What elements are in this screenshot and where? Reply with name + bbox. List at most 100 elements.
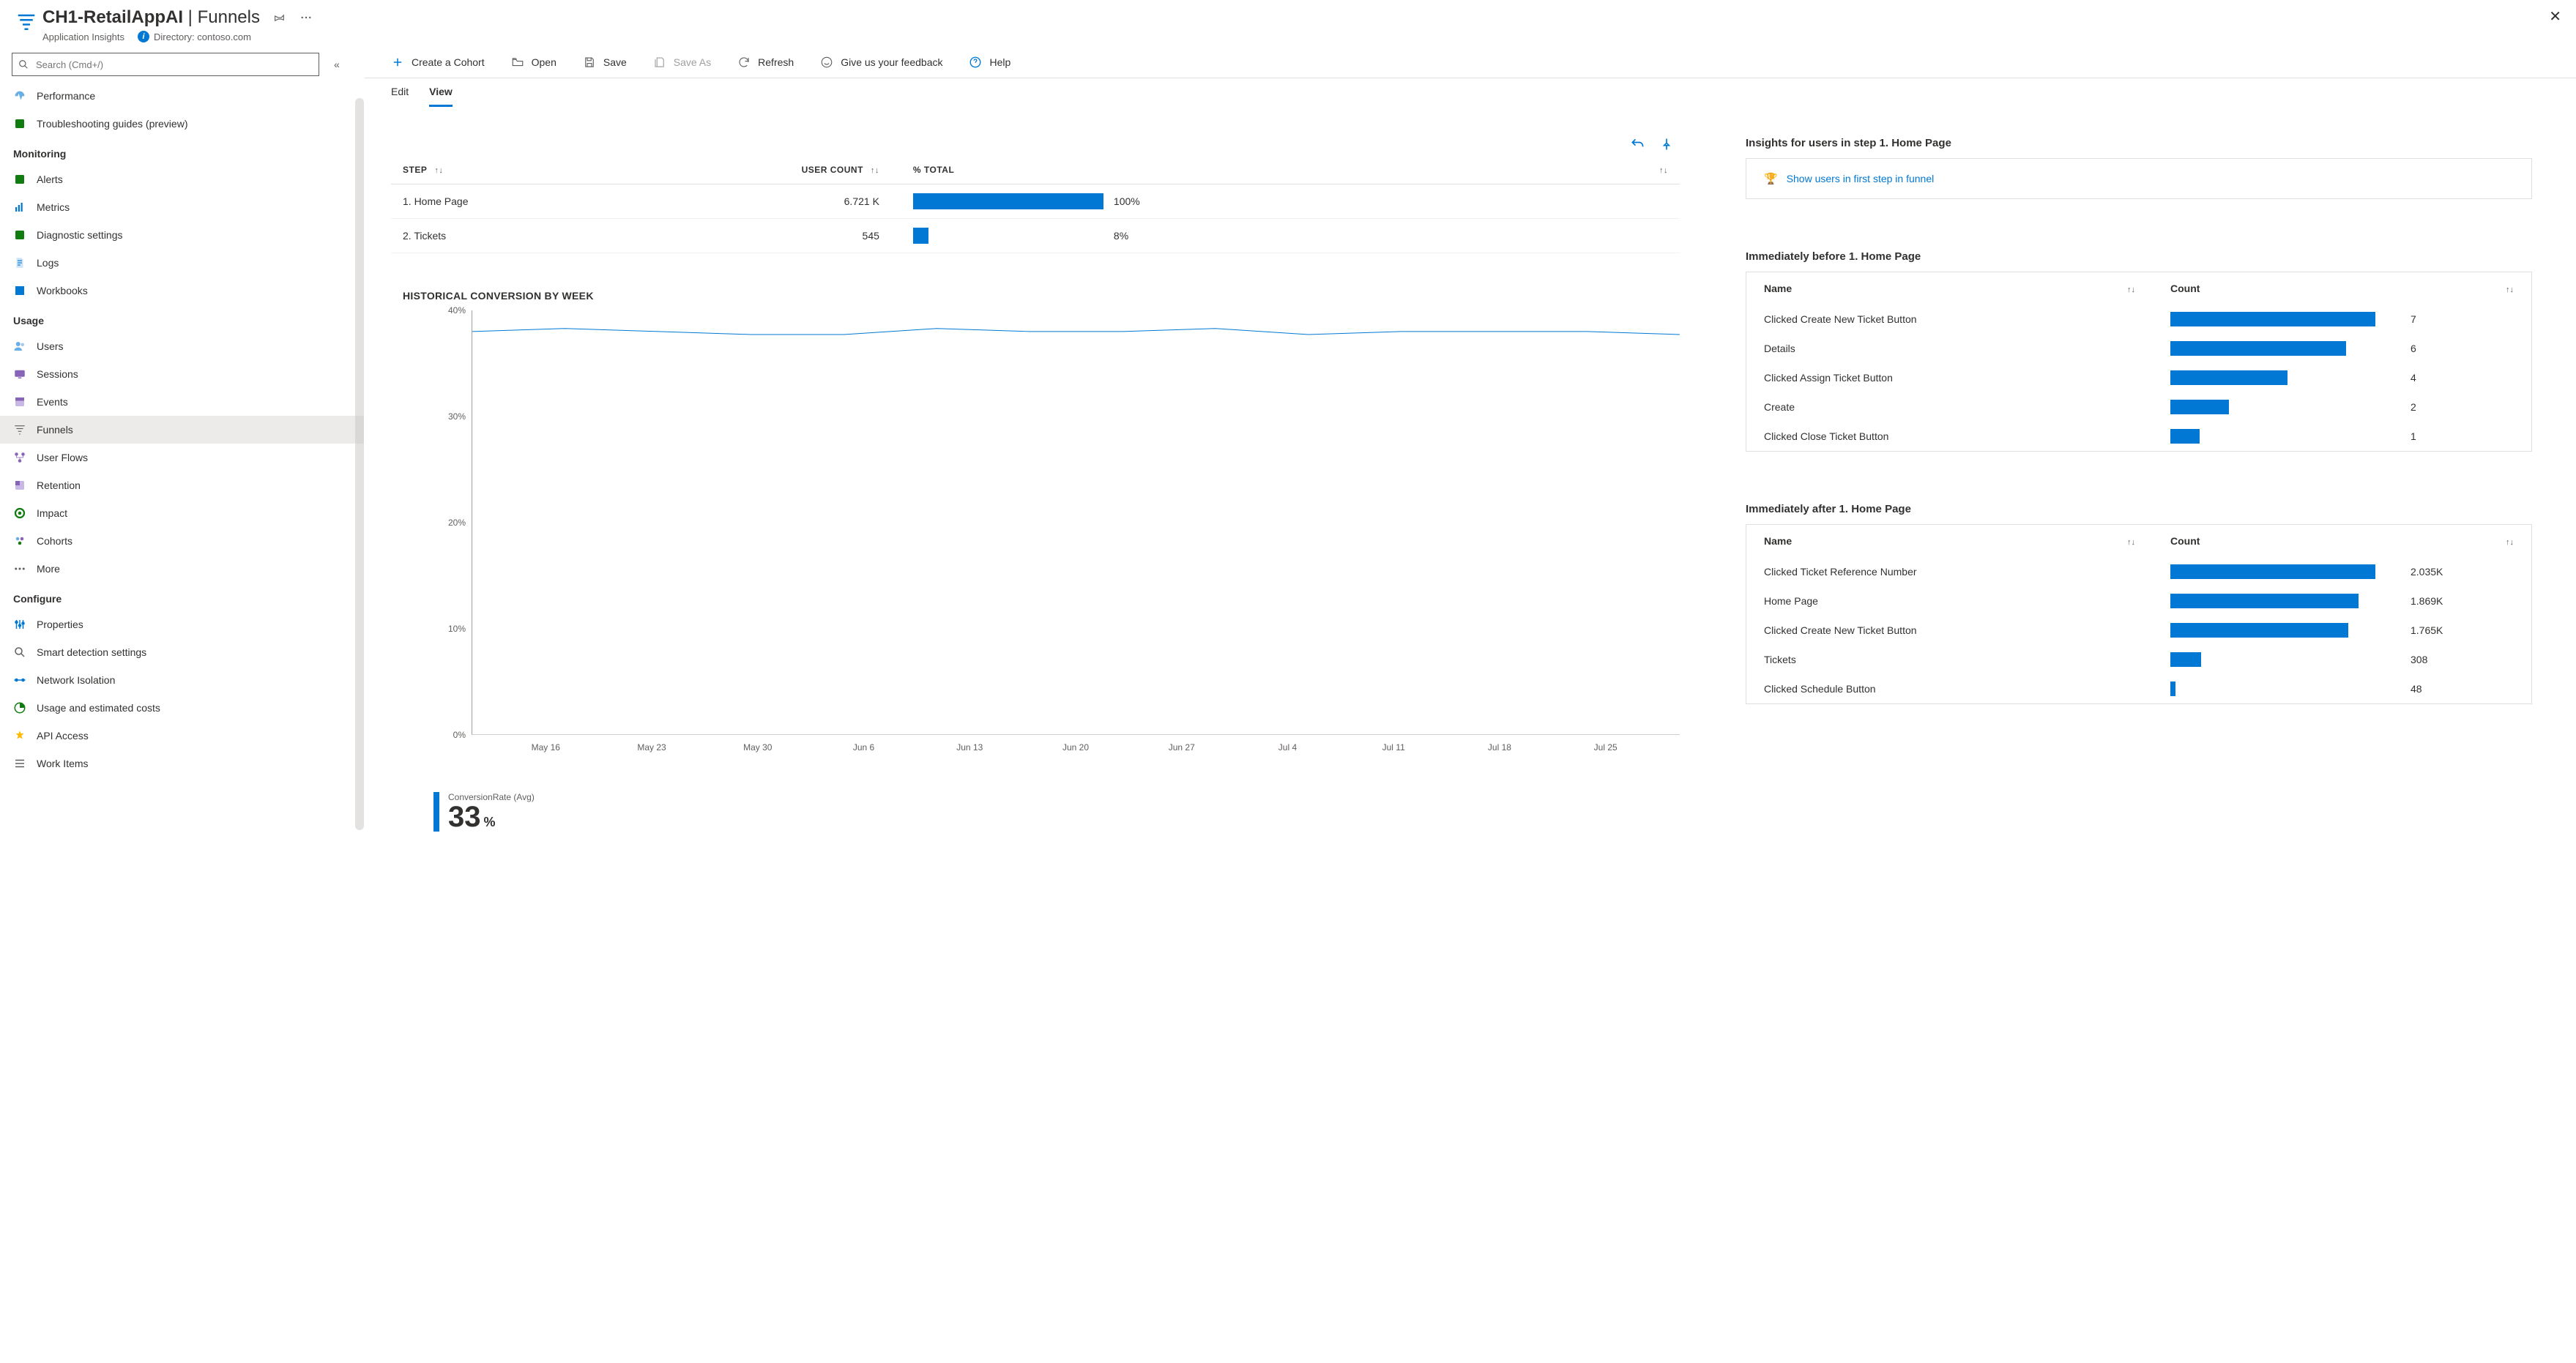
nav-label: Metrics <box>37 201 70 213</box>
sidebar-item-retention[interactable]: Retention <box>0 471 364 499</box>
pin-icon[interactable] <box>273 11 286 24</box>
sidebar-item-work-items[interactable]: Work Items <box>0 750 364 777</box>
sidebar-item-performance[interactable]: Performance <box>0 82 364 110</box>
refresh-button[interactable]: Refresh <box>737 56 794 69</box>
pin-chart-icon[interactable] <box>1659 137 1674 152</box>
save-button[interactable]: Save <box>583 56 627 69</box>
table-row[interactable]: Clicked Assign Ticket Button4 <box>1746 363 2531 392</box>
sidebar-item-logs[interactable]: Logs <box>0 249 364 277</box>
insights-box: 🏆 Show users in first step in funnel <box>1746 158 2532 199</box>
funnels-icon <box>13 423 26 436</box>
show-users-link[interactable]: Show users in first step in funnel <box>1787 173 1935 184</box>
nav-label: Work Items <box>37 758 89 769</box>
y-tick: 10% <box>448 624 466 634</box>
x-tick: Jun 6 <box>853 742 874 753</box>
table-row[interactable]: Home Page1.869K <box>1746 586 2531 616</box>
open-button[interactable]: Open <box>511 56 556 69</box>
sidebar-item-smart-detection-settings[interactable]: Smart detection settings <box>0 638 364 666</box>
sidebar-item-cohorts[interactable]: Cohorts <box>0 527 364 555</box>
collapse-sidebar-icon[interactable]: « <box>334 59 340 70</box>
nav-label: Impact <box>37 507 67 519</box>
table-row[interactable]: Clicked Close Ticket Button1 <box>1746 422 2531 451</box>
events-icon <box>13 395 26 408</box>
nav-group-usage: Usage <box>0 305 364 332</box>
x-tick: Jul 4 <box>1278 742 1297 753</box>
x-tick: May 30 <box>743 742 772 753</box>
nav-label: Retention <box>37 479 81 491</box>
properties-icon <box>13 618 26 631</box>
after-col-name[interactable]: Name <box>1746 525 2102 557</box>
sidebar-item-sessions[interactable]: Sessions <box>0 360 364 388</box>
y-tick: 0% <box>453 730 466 740</box>
users-icon <box>13 340 26 353</box>
table-row[interactable]: Details6 <box>1746 334 2531 363</box>
before-col-name[interactable]: Name <box>1746 272 2102 305</box>
before-col-count[interactable]: Count <box>2153 272 2393 305</box>
search-input[interactable] <box>12 53 319 76</box>
sidebar-item-network-isolation[interactable]: Network Isolation <box>0 666 364 694</box>
table-row[interactable]: Tickets308 <box>1746 645 2531 674</box>
conversion-line-chart: 40%30%20%10%0% May 16May 23May 30Jun 6Ju… <box>428 310 1680 779</box>
sidebar: « PerformanceTroubleshooting guides (pre… <box>0 47 365 861</box>
more-icon[interactable] <box>299 11 313 24</box>
info-icon: i <box>138 31 149 42</box>
sidebar-item-users[interactable]: Users <box>0 332 364 360</box>
y-tick: 30% <box>448 411 466 422</box>
tab-view[interactable]: View <box>429 86 453 107</box>
create-cohort-button[interactable]: Create a Cohort <box>391 56 485 69</box>
directory-link[interactable]: i Directory: contoso.com <box>138 31 251 42</box>
table-row[interactable]: Clicked Ticket Reference Number2.035K <box>1746 557 2531 586</box>
nav-label: Funnels <box>37 424 73 436</box>
nav-label: Usage and estimated costs <box>37 702 160 714</box>
sidebar-item-more[interactable]: More <box>0 555 364 583</box>
insights-title: Insights for users in step 1. Home Page <box>1746 137 2532 149</box>
sidebar-item-workbooks[interactable]: Workbooks <box>0 277 364 305</box>
sidebar-item-impact[interactable]: Impact <box>0 499 364 527</box>
table-row[interactable]: Clicked Schedule Button48 <box>1746 674 2531 703</box>
table-row[interactable]: 1. Home Page6.721 K100% <box>391 184 1680 219</box>
feedback-button[interactable]: Give us your feedback <box>820 56 942 69</box>
y-tick: 40% <box>448 305 466 315</box>
sidebar-scrollbar[interactable] <box>355 98 364 830</box>
col-pct-sort[interactable]: ↑↓ <box>1576 156 1680 184</box>
nav-label: API Access <box>37 730 89 742</box>
undo-icon[interactable] <box>1630 137 1645 152</box>
col-user-count[interactable]: USER COUNT↑↓ <box>625 156 891 184</box>
retention-icon <box>13 479 26 492</box>
after-col-count[interactable]: Count <box>2153 525 2393 557</box>
sidebar-item-usage-and-estimated-costs[interactable]: Usage and estimated costs <box>0 694 364 722</box>
table-row[interactable]: Create2 <box>1746 392 2531 422</box>
nav-group-monitoring: Monitoring <box>0 138 364 165</box>
sidebar-item-diagnostic-settings[interactable]: Diagnostic settings <box>0 221 364 249</box>
x-tick: Jun 13 <box>956 742 983 753</box>
sidebar-item-metrics[interactable]: Metrics <box>0 193 364 221</box>
table-row[interactable]: Clicked Create New Ticket Button7 <box>1746 305 2531 334</box>
sidebar-item-alerts[interactable]: Alerts <box>0 165 364 193</box>
tab-edit[interactable]: Edit <box>391 86 409 107</box>
before-title: Immediately before 1. Home Page <box>1746 250 2532 263</box>
sidebar-item-troubleshooting-guides-preview-[interactable]: Troubleshooting guides (preview) <box>0 110 364 138</box>
close-icon[interactable]: ✕ <box>2549 7 2561 26</box>
help-button[interactable]: Help <box>969 56 1010 69</box>
table-row[interactable]: Clicked Create New Ticket Button1.765K <box>1746 616 2531 645</box>
table-row[interactable]: 2. Tickets5458% <box>391 219 1680 253</box>
nav-label: Users <box>37 340 64 352</box>
y-tick: 20% <box>448 518 466 528</box>
x-tick: Jul 18 <box>1488 742 1511 753</box>
sidebar-item-user-flows[interactable]: User Flows <box>0 444 364 471</box>
before-table: Name ↑↓ Count ↑↓ Clicked Create New Tick… <box>1746 272 2531 451</box>
funnel-results: STEP↑↓ USER COUNT↑↓ % TOTAL ↑↓ 1. Home P… <box>391 137 1680 832</box>
x-tick: Jul 11 <box>1382 742 1405 753</box>
sidebar-item-api-access[interactable]: API Access <box>0 722 364 750</box>
sidebar-item-properties[interactable]: Properties <box>0 610 364 638</box>
funnel-logo-icon <box>15 12 37 34</box>
sidebar-item-funnels[interactable]: Funnels <box>0 416 364 444</box>
col-pct-total[interactable]: % TOTAL <box>891 156 1576 184</box>
col-step[interactable]: STEP↑↓ <box>391 156 625 184</box>
page-title: CH1-RetailAppAI | Funnels <box>42 7 260 28</box>
userflows-icon <box>13 451 26 464</box>
conversion-metric: ConversionRate (Avg) 33% <box>433 792 1680 832</box>
nav-label: Sessions <box>37 368 78 380</box>
nav-label: Logs <box>37 257 59 269</box>
sidebar-item-events[interactable]: Events <box>0 388 364 416</box>
